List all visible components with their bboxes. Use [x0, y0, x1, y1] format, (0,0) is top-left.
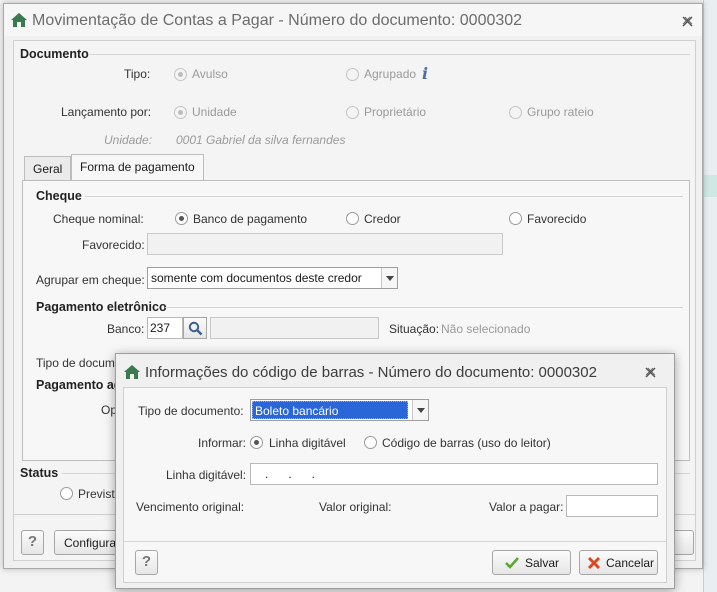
- lancamento-proprietario-label: Proprietário: [364, 105, 427, 119]
- banco-code-field[interactable]: 237: [147, 317, 183, 339]
- chevron-down-icon[interactable]: [412, 400, 428, 420]
- tipo-documento-select-value: Boleto bancário: [252, 401, 408, 419]
- nominal-credor-label: Credor: [364, 212, 401, 226]
- close-icon[interactable]: [682, 16, 693, 27]
- cancel-label: Cancelar: [606, 556, 655, 570]
- search-icon: [188, 321, 203, 336]
- favorecido-field[interactable]: [147, 233, 503, 255]
- home-icon: [124, 365, 140, 379]
- lancamento-label: Lançamento por:: [61, 105, 152, 119]
- barcode-dialog: Informações do código de barras - Número…: [115, 353, 675, 589]
- banco-label: Banco:: [107, 322, 145, 336]
- banco-code-value: 237: [150, 321, 171, 335]
- tipo-documento-select[interactable]: Boleto bancário: [250, 399, 429, 421]
- valor-a-pagar-label: Valor a pagar:: [489, 500, 564, 514]
- cheque-nominal-label: Cheque nominal:: [53, 212, 144, 226]
- nominal-favorecido-label: Favorecido: [527, 212, 587, 226]
- dialog-title: Informações do código de barras - Número…: [145, 364, 597, 381]
- situacao-value: Não selecionado: [441, 322, 531, 336]
- documento-section-title: Documento: [20, 47, 89, 61]
- tab-geral[interactable]: Geral: [24, 156, 72, 181]
- check-icon: [505, 557, 519, 569]
- informar-codigo-barras-radio[interactable]: [364, 436, 377, 449]
- banco-search-button[interactable]: [183, 317, 207, 339]
- help-button[interactable]: ?: [21, 530, 44, 555]
- agrupar-select[interactable]: somente com documentos deste credor: [147, 267, 398, 289]
- pagamento-eletronico-section-title: Pagamento eletrônico: [36, 300, 167, 314]
- save-label: Salvar: [525, 556, 560, 570]
- tipo-documento-label: Tipo de docum: [36, 356, 115, 370]
- chevron-down-icon[interactable]: [381, 268, 397, 288]
- linha-digitavel-value: . . .: [265, 467, 316, 481]
- tipo-agrupado-label: Agrupado: [364, 67, 417, 81]
- unidade-label: Unidade:: [104, 133, 153, 147]
- divider: [90, 54, 690, 55]
- help-button[interactable]: ?: [135, 550, 158, 575]
- lancamento-grupo-rateio-radio[interactable]: [509, 106, 522, 119]
- nominal-banco-radio[interactable]: [175, 212, 188, 225]
- tipo-documento-label: Tipo de documento:: [138, 404, 244, 418]
- nominal-favorecido-radio[interactable]: [509, 212, 522, 225]
- background-app-strip: [703, 0, 717, 592]
- informar-linha-radio[interactable]: [250, 436, 263, 449]
- home-icon: [11, 13, 27, 27]
- nominal-credor-radio[interactable]: [346, 212, 359, 225]
- nominal-banco-label: Banco de pagamento: [193, 212, 308, 226]
- divider: [124, 541, 666, 542]
- close-icon[interactable]: [645, 367, 656, 378]
- cancel-button[interactable]: Cancelar: [579, 550, 658, 575]
- save-button[interactable]: Salvar: [492, 550, 571, 575]
- tipo-agrupado-radio[interactable]: [346, 68, 359, 81]
- informar-linha-label: Linha digitável: [269, 436, 346, 450]
- lancamento-proprietario-radio[interactable]: [346, 106, 359, 119]
- tipo-avulso-label: Avulso: [192, 67, 228, 81]
- lancamento-unidade-radio[interactable]: [174, 106, 187, 119]
- tab-forma-de-pagamento[interactable]: Forma de pagamento: [71, 154, 204, 181]
- tipo-avulso-radio[interactable]: [174, 68, 187, 81]
- situacao-label: Situação:: [389, 322, 440, 336]
- linha-digitavel-field[interactable]: . . .: [250, 463, 658, 485]
- tipo-label: Tipo:: [124, 67, 151, 81]
- configuracoes-label: Configura: [64, 536, 117, 550]
- status-previsto-radio[interactable]: [60, 487, 73, 500]
- agrupar-select-value: somente com documentos deste credor: [151, 271, 362, 285]
- linha-digitavel-label: Linha digitável:: [166, 468, 247, 482]
- window-title: Movimentação de Contas a Pagar - Número …: [32, 12, 523, 29]
- unidade-value: 0001 Gabriel da silva fernandes: [176, 133, 346, 147]
- dialog-body: Tipo de documento: Boleto bancário Infor…: [123, 387, 667, 583]
- divider: [165, 307, 683, 308]
- favorecido-label: Favorecido:: [82, 238, 145, 252]
- cheque-section-title: Cheque: [36, 189, 82, 203]
- status-section-title: Status: [20, 466, 59, 480]
- informar-label: Informar:: [198, 436, 247, 450]
- lancamento-unidade-label: Unidade: [192, 105, 237, 119]
- vencimento-original-label: Vencimento original:: [136, 500, 245, 514]
- valor-a-pagar-field[interactable]: [566, 495, 658, 517]
- x-icon: [587, 556, 601, 570]
- valor-original-label: Valor original:: [319, 500, 392, 514]
- banco-name-field[interactable]: [210, 317, 379, 339]
- lancamento-grupo-rateio-label: Grupo rateio: [527, 105, 594, 119]
- agrupar-label: Agrupar em cheque:: [36, 273, 145, 287]
- title-bar: Movimentação de Contas a Pagar - Número …: [4, 4, 702, 36]
- divider: [85, 196, 683, 197]
- info-icon[interactable]: i: [422, 64, 428, 83]
- informar-codigo-barras-label: Código de barras (uso do leitor): [382, 436, 551, 450]
